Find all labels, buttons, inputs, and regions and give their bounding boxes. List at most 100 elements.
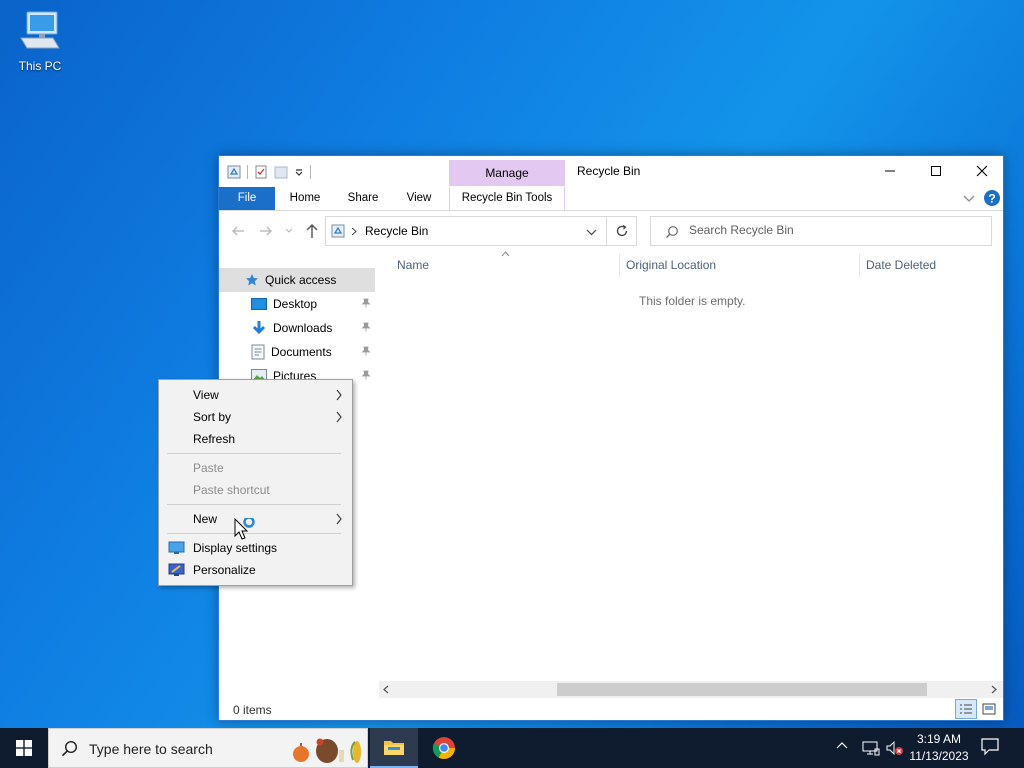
quick-access-toolbar [227, 163, 311, 181]
sidebar-item-desktop[interactable]: Desktop [219, 292, 375, 316]
up-arrow-icon[interactable] [305, 223, 319, 239]
menu-item-label: View [193, 388, 219, 402]
sidebar-item-label: Desktop [273, 297, 318, 311]
search-input[interactable] [689, 223, 979, 237]
sidebar-item-label: Quick access [265, 273, 337, 287]
pin-icon[interactable] [361, 322, 371, 332]
large-icons-view-button[interactable] [979, 699, 999, 719]
menu-item-view[interactable]: View [161, 384, 350, 406]
minimize-icon [885, 170, 895, 172]
details-view-icon [960, 704, 972, 714]
menu-item-label: Paste shortcut [193, 483, 270, 497]
menu-item-sort-by[interactable]: Sort by [161, 406, 350, 428]
svg-text:?: ? [988, 192, 995, 206]
submenu-arrow-icon [336, 389, 342, 401]
taskbar-search-box[interactable]: Type here to search [48, 728, 368, 768]
qat-separator [247, 165, 248, 179]
taskbar-file-explorer[interactable] [370, 728, 418, 768]
address-bar[interactable]: Recycle Bin [325, 216, 607, 246]
column-header-date-deleted[interactable]: Date Deleted [866, 258, 936, 272]
tab-share[interactable]: Share [339, 187, 387, 210]
menu-item-label: New [193, 512, 218, 526]
empty-folder-message: This folder is empty. [639, 294, 746, 308]
menu-item-label: Paste [193, 461, 224, 475]
horizontal-scrollbar[interactable] [379, 681, 1003, 698]
sidebar-item-label: Documents [271, 345, 332, 359]
column-divider[interactable] [619, 254, 620, 276]
desktop-context-menu: View Sort by Refresh Paste Paste shortcu… [158, 379, 353, 586]
details-view-button[interactable] [955, 699, 977, 719]
desktop-folder-icon [251, 298, 267, 310]
sidebar-item-downloads[interactable]: Downloads [219, 316, 375, 340]
scrollbar-thumb[interactable] [557, 683, 927, 696]
column-header-original-location[interactable]: Original Location [626, 258, 716, 272]
menu-item-label: Refresh [193, 432, 236, 446]
properties-icon[interactable] [254, 165, 268, 179]
search-box[interactable] [650, 216, 992, 246]
desktop-icon-this-pc[interactable]: This PC [14, 8, 66, 76]
file-explorer-icon [384, 741, 404, 755]
clock-time: 3:19 AM [916, 732, 962, 746]
refresh-icon [616, 224, 627, 237]
menu-separator [167, 504, 341, 505]
sidebar-item-documents[interactable]: Documents [219, 340, 375, 364]
column-divider[interactable] [859, 254, 860, 276]
title-bar[interactable]: Manage Recycle Bin [219, 156, 1003, 188]
recycle-bin-icon [227, 165, 241, 179]
chrome-icon [432, 737, 455, 759]
documents-icon [251, 344, 265, 360]
expand-ribbon-icon[interactable] [963, 194, 975, 204]
star-icon [246, 274, 258, 286]
refresh-button[interactable] [607, 216, 637, 246]
scroll-left-icon[interactable] [383, 685, 389, 694]
menu-item-personalize[interactable]: Personalize [161, 559, 350, 581]
status-bar: 0 items [219, 698, 1003, 720]
close-icon [976, 165, 988, 177]
minimize-button[interactable] [867, 156, 913, 186]
recent-locations-chevron-icon[interactable] [285, 228, 293, 234]
tab-recycle-bin-tools[interactable]: Recycle Bin Tools [449, 187, 565, 210]
sidebar-item-quick-access[interactable]: Quick access [219, 268, 375, 292]
download-arrow-icon [252, 321, 266, 335]
back-arrow-icon[interactable] [231, 224, 245, 238]
pin-icon[interactable] [361, 370, 371, 380]
tab-file[interactable]: File [219, 187, 275, 210]
taskbar: Type here to search 3:19 AM 11/13/2023 [0, 728, 1024, 768]
search-icon [666, 226, 678, 238]
new-folder-icon[interactable] [274, 165, 288, 179]
submenu-arrow-icon [336, 513, 342, 525]
desktop-icon-label: This PC [18, 59, 62, 73]
search-icon [61, 740, 78, 757]
menu-item-paste[interactable]: Paste [161, 457, 350, 479]
pin-icon[interactable] [361, 346, 371, 356]
clock-date: 11/13/2023 [909, 749, 969, 763]
column-header-name[interactable]: Name [397, 258, 429, 272]
qat-separator [310, 165, 311, 179]
qat-dropdown-icon[interactable] [294, 167, 304, 177]
tab-home[interactable]: Home [281, 187, 329, 210]
display-icon [168, 541, 185, 554]
volume-muted-icon[interactable] [886, 740, 904, 756]
breadcrumb[interactable]: Recycle Bin [365, 224, 428, 238]
maximize-button[interactable] [913, 156, 959, 186]
maximize-icon [931, 166, 941, 176]
help-icon[interactable]: ? [983, 189, 1001, 207]
close-button[interactable] [959, 156, 1003, 186]
menu-item-paste-shortcut[interactable]: Paste shortcut [161, 479, 350, 501]
tab-view[interactable]: View [395, 187, 443, 210]
menu-item-refresh[interactable]: Refresh [161, 428, 350, 450]
forward-arrow-icon[interactable] [259, 224, 273, 238]
address-dropdown-icon[interactable] [586, 229, 597, 236]
taskbar-chrome[interactable] [420, 728, 468, 768]
notifications-icon[interactable] [980, 736, 1000, 756]
menu-item-label: Sort by [193, 410, 232, 424]
show-hidden-icons-chevron-icon[interactable] [836, 740, 848, 752]
network-icon[interactable] [862, 740, 880, 756]
scroll-right-icon[interactable] [991, 685, 997, 694]
menu-item-label: Personalize [193, 563, 256, 577]
large-icons-view-icon [982, 703, 996, 715]
start-button[interactable] [0, 728, 48, 768]
system-clock[interactable]: 3:19 AM 11/13/2023 [904, 731, 974, 765]
pin-icon[interactable] [361, 298, 371, 308]
breadcrumb-chevron-icon[interactable] [351, 227, 357, 236]
